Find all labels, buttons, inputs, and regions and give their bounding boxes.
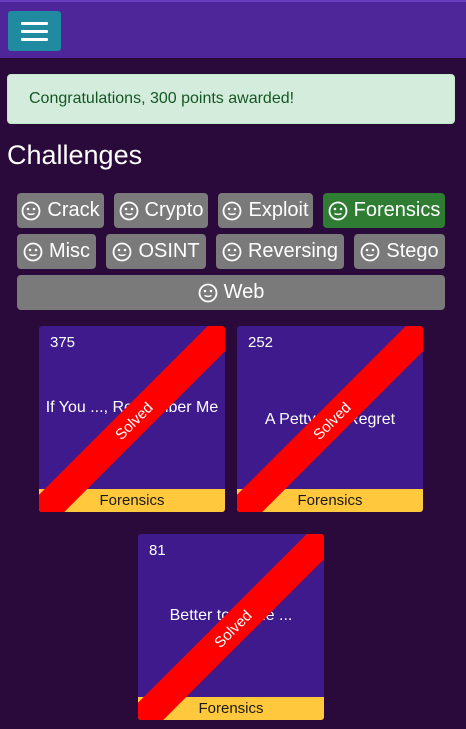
category-label: Misc bbox=[48, 240, 91, 262]
category-label: Forensics bbox=[353, 199, 441, 221]
category-label: Reversing bbox=[247, 240, 339, 262]
success-alert: Congratulations, 300 points awarded! bbox=[7, 74, 455, 124]
smiley-icon bbox=[360, 242, 380, 262]
category-button-crypto[interactable]: Crypto bbox=[114, 193, 208, 228]
smiley-icon bbox=[21, 201, 41, 221]
challenge-points: 81 bbox=[149, 542, 166, 559]
alert-message: Congratulations, 300 points awarded! bbox=[29, 90, 295, 107]
smiley-icon bbox=[198, 283, 218, 303]
category-button-misc[interactable]: Misc bbox=[17, 234, 96, 269]
hamburger-menu-button[interactable] bbox=[8, 11, 61, 51]
category-label: Exploit bbox=[248, 199, 309, 221]
smiley-icon bbox=[222, 242, 242, 262]
category-button-forensics[interactable]: Forensics bbox=[323, 193, 445, 228]
category-label: OSINT bbox=[138, 240, 200, 262]
challenge-card[interactable]: 375 If You ..., Remember Me Forensics So… bbox=[38, 325, 226, 513]
smiley-icon bbox=[119, 201, 139, 221]
category-button-exploit[interactable]: Exploit bbox=[218, 193, 313, 228]
challenge-points: 252 bbox=[248, 334, 274, 351]
category-button-reversing[interactable]: Reversing bbox=[216, 234, 344, 269]
category-label: Web bbox=[223, 281, 265, 303]
category-button-osint[interactable]: OSINT bbox=[106, 234, 206, 269]
category-button-stego[interactable]: Stego bbox=[354, 234, 445, 269]
hamburger-menu-icon bbox=[21, 21, 48, 25]
page-title: Challenges bbox=[7, 140, 143, 170]
category-label: Crypto bbox=[144, 199, 204, 221]
category-button-crack[interactable]: Crack bbox=[17, 193, 104, 228]
category-label: Stego bbox=[386, 240, 439, 262]
challenge-points: 375 bbox=[50, 334, 76, 351]
hamburger-menu-icon bbox=[21, 29, 48, 33]
top-navbar bbox=[0, 0, 466, 58]
smiley-icon bbox=[112, 242, 132, 262]
smiley-icon bbox=[328, 201, 348, 221]
solved-label: Solved bbox=[309, 398, 355, 444]
smiley-icon bbox=[23, 242, 43, 262]
smiley-icon bbox=[222, 201, 242, 221]
challenge-card[interactable]: 252 A Petty V... Regret Forensics Solved bbox=[236, 325, 424, 513]
challenge-card[interactable]: 81 Better to ... the ... Forensics Solve… bbox=[137, 533, 325, 721]
hamburger-menu-icon bbox=[21, 37, 48, 41]
category-label: Crack bbox=[47, 199, 100, 221]
category-button-web[interactable]: Web bbox=[17, 275, 445, 310]
